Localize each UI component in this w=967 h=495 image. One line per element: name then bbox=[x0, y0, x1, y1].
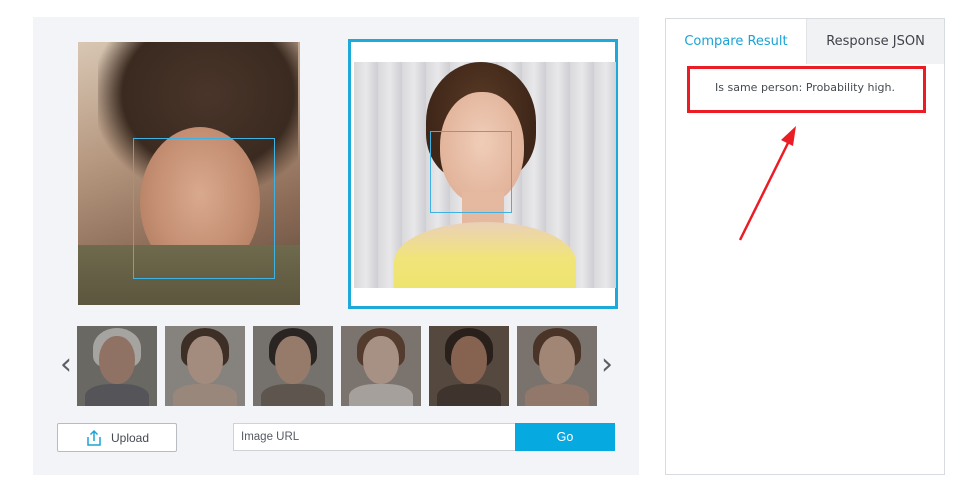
chevron-right-icon[interactable]: › bbox=[599, 350, 615, 380]
sample-thumbnail[interactable] bbox=[517, 326, 597, 406]
upload-button[interactable]: Upload bbox=[57, 423, 177, 452]
annotation-highlight-box bbox=[687, 66, 926, 113]
thumb-face bbox=[99, 336, 135, 384]
sample-thumbnail[interactable] bbox=[77, 326, 157, 406]
sample-thumbnail[interactable] bbox=[253, 326, 333, 406]
thumb-face bbox=[451, 336, 487, 384]
image-compare-panel: ‹ › Upload Image URL Go bbox=[33, 17, 639, 475]
thumb-hair bbox=[533, 328, 581, 368]
thumb-hair bbox=[357, 328, 405, 368]
chevron-left-icon[interactable]: ‹ bbox=[58, 350, 74, 380]
photo-b-body bbox=[394, 222, 576, 288]
face-compare-page: ‹ › Upload Image URL Go Compare Result R… bbox=[0, 0, 967, 495]
tab-compare-result[interactable]: Compare Result bbox=[666, 19, 806, 64]
thumb-body bbox=[349, 384, 413, 406]
thumb-face bbox=[275, 336, 311, 384]
sample-thumbnail[interactable] bbox=[429, 326, 509, 406]
thumb-body bbox=[525, 384, 589, 406]
sample-thumbnail[interactable] bbox=[165, 326, 245, 406]
thumb-hair bbox=[181, 328, 229, 368]
face-detection-box-target bbox=[430, 131, 512, 213]
tab-response-json[interactable]: Response JSON bbox=[806, 19, 944, 64]
thumb-face bbox=[187, 336, 223, 384]
upload-icon bbox=[85, 429, 103, 447]
thumb-body bbox=[437, 384, 501, 406]
thumb-hair bbox=[269, 328, 317, 368]
upload-label: Upload bbox=[110, 430, 150, 445]
result-tabs: Compare Result Response JSON bbox=[666, 19, 944, 64]
thumb-hair bbox=[93, 328, 141, 368]
sample-thumbnail[interactable] bbox=[341, 326, 421, 406]
thumb-body bbox=[85, 384, 149, 406]
thumb-body bbox=[261, 384, 325, 406]
image-url-input[interactable] bbox=[233, 423, 516, 451]
thumb-body bbox=[173, 384, 237, 406]
thumb-face bbox=[363, 336, 399, 384]
face-detection-box-source bbox=[133, 138, 275, 279]
go-button[interactable]: Go bbox=[515, 423, 615, 451]
thumb-face bbox=[539, 336, 575, 384]
thumb-hair bbox=[445, 328, 493, 368]
